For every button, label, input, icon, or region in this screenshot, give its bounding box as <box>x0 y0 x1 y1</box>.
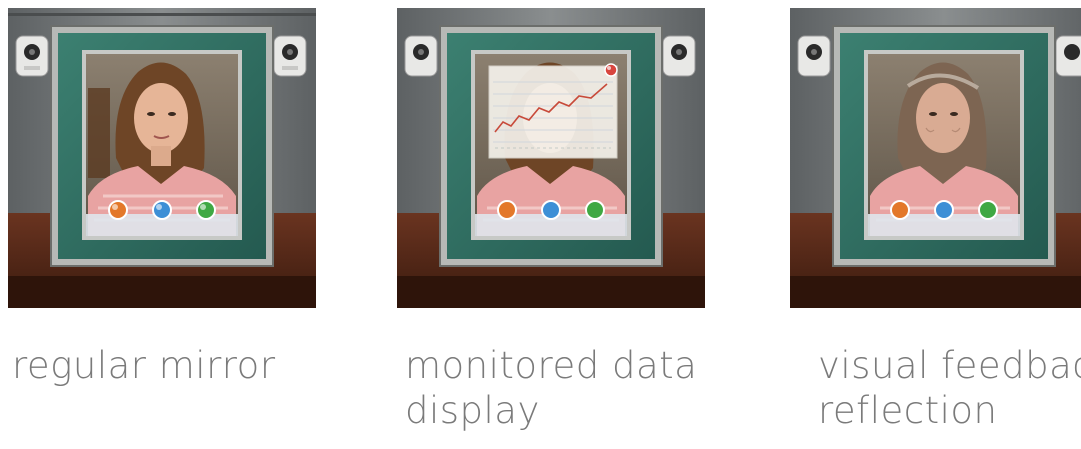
orange-button[interactable] <box>890 200 910 220</box>
caption-regular-mirror: regular mirror <box>12 344 276 387</box>
green-button[interactable] <box>978 200 998 220</box>
regular-mirror-panel <box>8 8 316 308</box>
green-button[interactable] <box>585 200 605 220</box>
right-camera-icon <box>273 35 307 77</box>
blue-button[interactable] <box>152 200 172 220</box>
close-chart-icon[interactable] <box>604 63 618 77</box>
blue-button[interactable] <box>541 200 561 220</box>
caption-visual-feedback-reflection: visual feedbac reflection <box>818 344 1081 432</box>
orange-button[interactable] <box>497 200 517 220</box>
mirror-scene <box>790 8 1081 308</box>
caption-monitored-data-display: monitored data display <box>405 344 698 432</box>
mirror-scene <box>8 8 316 308</box>
mirror-scene <box>397 8 705 308</box>
right-camera-icon <box>1055 35 1081 77</box>
left-camera-icon <box>404 35 438 77</box>
monitored-data-panel <box>397 8 705 308</box>
visual-feedback-panel <box>790 8 1081 308</box>
left-camera-icon <box>15 35 49 77</box>
orange-button[interactable] <box>108 200 128 220</box>
blue-button[interactable] <box>934 200 954 220</box>
right-camera-icon <box>662 35 696 77</box>
left-camera-icon <box>797 35 831 77</box>
green-button[interactable] <box>196 200 216 220</box>
data-chart-overlay <box>488 63 618 159</box>
